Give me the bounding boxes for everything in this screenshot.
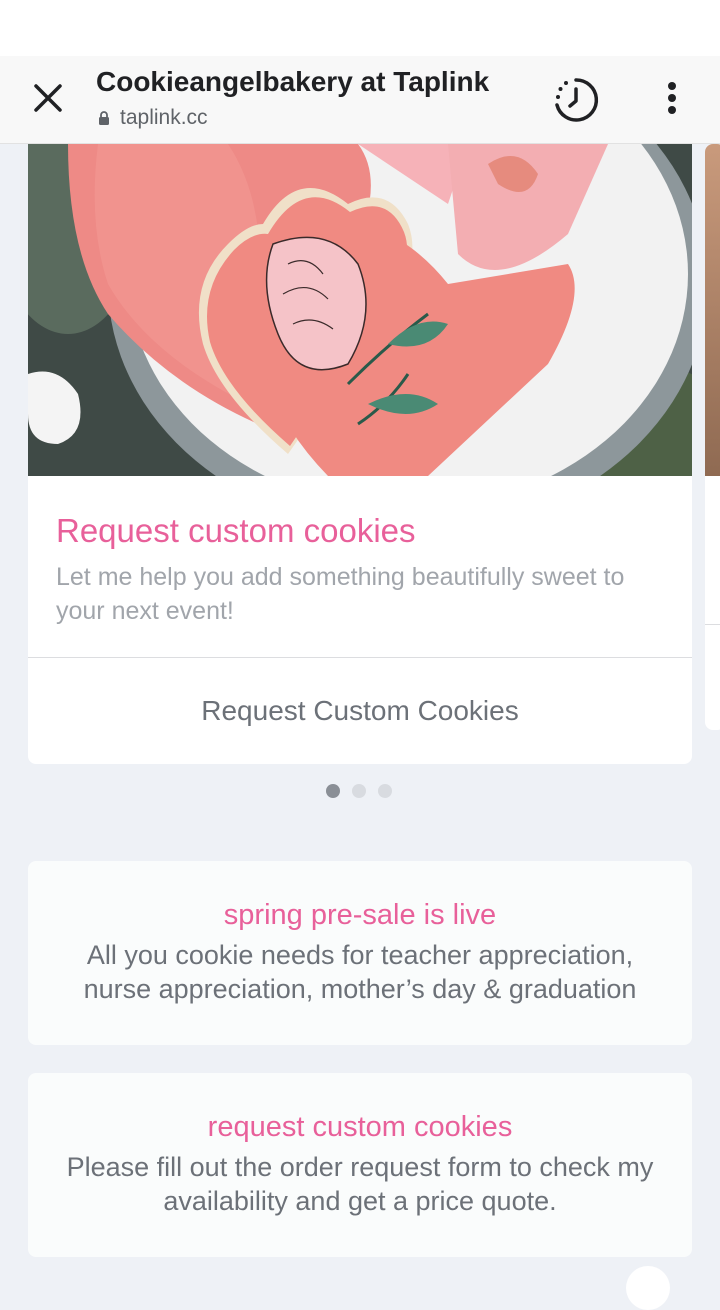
custom-cookies-card: Request custom cookies Let me help you a… (28, 144, 692, 764)
history-icon (555, 78, 599, 122)
floating-action-button[interactable] (626, 1266, 670, 1310)
pagination-dot-2[interactable] (352, 784, 366, 798)
card-title: Request custom cookies (56, 512, 416, 549)
next-carousel-card[interactable] (705, 144, 720, 730)
next-card-image (705, 144, 720, 476)
card-body: Request custom cookies Let me help you a… (56, 512, 666, 628)
more-menu-button[interactable] (652, 76, 692, 120)
block-text: Please fill out the order request form t… (66, 1152, 654, 1216)
block-title: spring pre-sale is live (223, 899, 497, 931)
pagination-dot-1[interactable] (326, 784, 340, 798)
pagination-dot-3[interactable] (378, 784, 392, 798)
status-bar (0, 0, 720, 56)
block-title: request custom cookies (207, 1111, 513, 1143)
carousel-pagination (326, 784, 392, 798)
history-button[interactable] (548, 72, 604, 128)
card-description: Let me help you add something beautifull… (56, 563, 625, 625)
cookies-hero-image (28, 144, 692, 476)
page-title: Cookieangelbakery at Taplink (96, 66, 490, 97)
url-text: taplink.cc (120, 106, 208, 129)
more-vert-icon (668, 82, 676, 114)
spring-presale-block[interactable]: spring pre-sale is live All you cookie n… (28, 861, 692, 1045)
request-cookies-block[interactable]: request custom cookies Please fill out t… (28, 1073, 692, 1257)
close-button[interactable] (26, 76, 70, 120)
request-custom-cookies-button[interactable]: Request Custom Cookies (28, 658, 692, 764)
lock-icon (99, 110, 109, 125)
close-icon (34, 84, 62, 112)
url-row: taplink.cc (98, 106, 208, 130)
browser-toolbar: Cookieangelbakery at Taplink taplink.cc (0, 56, 720, 144)
block-text: All you cookie needs for teacher appreci… (83, 940, 637, 1004)
divider (705, 624, 720, 625)
